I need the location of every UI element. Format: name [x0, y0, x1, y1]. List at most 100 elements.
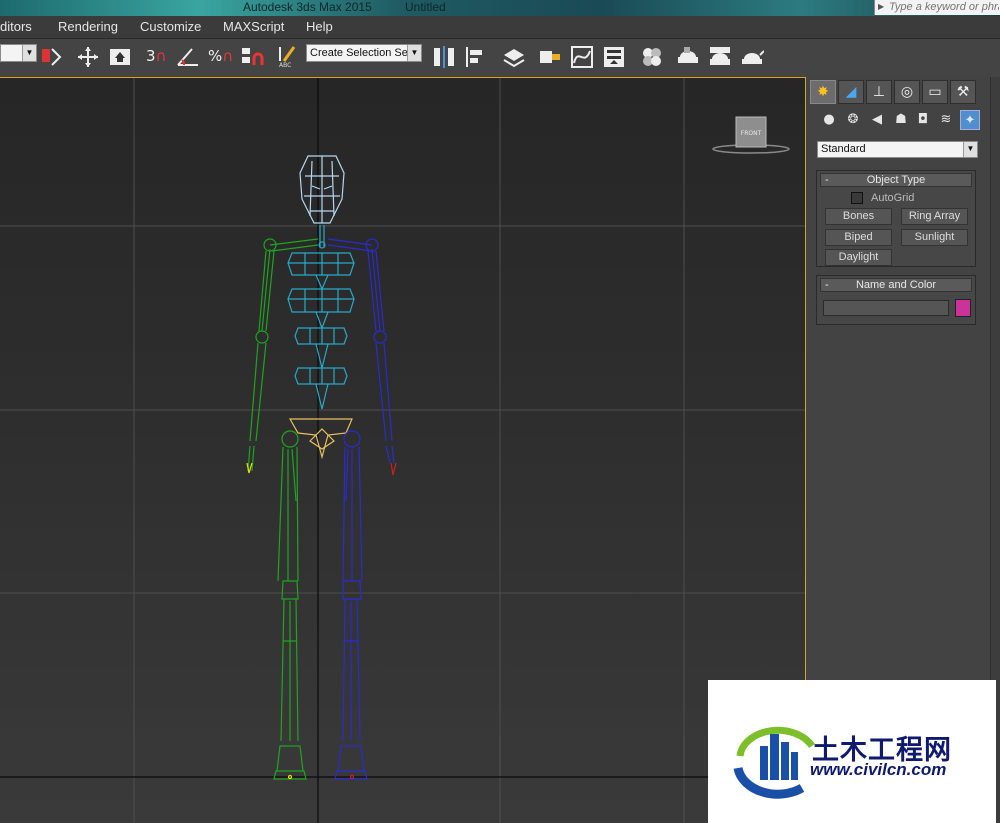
tab-hierarchy[interactable]: ⊥	[866, 80, 892, 104]
modify-icon: ◢	[845, 84, 857, 100]
civilcn-logo-icon	[733, 726, 815, 799]
menu-item-rendering[interactable]: Rendering	[58, 19, 118, 34]
biped-button[interactable]: Biped	[825, 229, 892, 246]
edit-named-selection-button[interactable]: ABC	[276, 45, 300, 69]
front-viewport[interactable]: FRONT	[0, 77, 806, 823]
object-name-field[interactable]	[823, 300, 949, 316]
menu-item-maxscript[interactable]: MAXScript	[223, 19, 284, 34]
move-button[interactable]	[76, 45, 100, 69]
search-expand-icon[interactable]: ▶	[878, 2, 884, 11]
menu-item-editors[interactable]: ditors	[0, 19, 32, 34]
snap-3d-icon: 3∩	[146, 47, 167, 65]
ring-array-button[interactable]: Ring Array	[901, 208, 968, 225]
percent-snap-icon: %∩	[208, 47, 234, 65]
biped-left-hand[interactable]	[246, 462, 253, 474]
object-type-rollout: - Object Type AutoGrid Bones Ring Array …	[816, 170, 976, 267]
search-box[interactable]: ▶	[874, 0, 1000, 15]
percent-snap-button[interactable]: %∩	[208, 45, 234, 69]
viewcube-label: FRONT	[741, 130, 762, 137]
mirror-icon	[434, 46, 454, 68]
collapse-icon: -	[825, 279, 829, 291]
app-title: Autodesk 3ds Max 2015	[243, 0, 372, 14]
place-button[interactable]	[108, 45, 132, 69]
name-and-color-header[interactable]: - Name and Color	[820, 278, 972, 292]
biped-head[interactable]	[299, 155, 345, 224]
render-frame-button[interactable]	[708, 45, 732, 69]
snap-3d-button[interactable]: 3∩	[146, 45, 170, 69]
biped-right-hand[interactable]	[390, 462, 397, 476]
watermark-logo: 土木工程网 www.civilcn.com	[708, 680, 996, 823]
viewport-grid	[0, 78, 805, 823]
biped-skeleton[interactable]	[246, 155, 397, 780]
collapse-icon: -	[825, 174, 829, 186]
curve-editor-button[interactable]	[570, 45, 594, 69]
daylight-button[interactable]: Daylight	[825, 249, 892, 266]
biped-neck[interactable]	[318, 225, 326, 249]
biped-left-leg[interactable]	[273, 430, 307, 780]
spinner-snap-button[interactable]	[240, 45, 264, 69]
space-warps-icon: ≋	[940, 112, 952, 127]
material-editor-icon	[643, 48, 661, 66]
menu-bar: ditors Rendering Customize MAXScript Hel…	[0, 16, 1000, 39]
category-dropdown[interactable]: Standard ▼	[817, 141, 978, 158]
biped-pelvis[interactable]	[288, 418, 353, 460]
mirror-button[interactable]	[432, 45, 456, 69]
display-icon: ▭	[928, 84, 942, 100]
subtab-geometry[interactable]: ●	[819, 110, 839, 130]
autogrid-checkbox[interactable]	[851, 192, 863, 204]
subtab-cameras[interactable]: ☗	[891, 110, 911, 130]
tab-display[interactable]: ▭	[922, 80, 948, 104]
subtab-helpers[interactable]: ◘	[913, 110, 933, 130]
search-input[interactable]	[889, 0, 999, 14]
object-type-header[interactable]: - Object Type	[820, 173, 972, 187]
subtab-space-warps[interactable]: ≋	[936, 110, 956, 130]
biped-spine[interactable]	[287, 252, 355, 410]
subtab-systems[interactable]: ✦	[960, 110, 980, 130]
subtab-lights[interactable]: ◀	[867, 110, 887, 130]
render-production-icon	[742, 50, 765, 64]
main-toolbar: ▼ 3∩ %∩ ABC Create Selection Se ▼	[0, 39, 1000, 77]
tab-motion[interactable]: ◎	[894, 80, 920, 104]
menu-item-help[interactable]: Help	[306, 19, 333, 34]
schematic-view-button[interactable]	[602, 45, 626, 69]
autogrid-label: AutoGrid	[871, 192, 915, 204]
abc-label: ABC	[279, 62, 292, 69]
utilities-icon: ⚒	[956, 84, 970, 100]
chevron-down-icon: ▼	[22, 45, 36, 61]
cameras-icon: ☗	[895, 112, 907, 127]
viewport-axes	[0, 78, 805, 823]
geometry-icon: ●	[823, 112, 835, 127]
document-title: Untitled	[405, 0, 446, 14]
name-and-color-title: Name and Color	[855, 279, 937, 291]
render-setup-button[interactable]	[676, 45, 700, 69]
angle-snap-button[interactable]	[176, 45, 200, 69]
create-icon: ✸	[817, 84, 829, 100]
menu-item-customize[interactable]: Customize	[140, 19, 201, 34]
shapes-icon: ❂	[847, 112, 859, 127]
named-selection-sets-dropdown[interactable]: Create Selection Se ▼	[306, 44, 422, 62]
name-and-color-rollout: - Name and Color	[816, 275, 976, 325]
graphite-toggle-button[interactable]	[538, 45, 562, 69]
align-button[interactable]	[464, 45, 488, 69]
layer-manager-button[interactable]	[502, 45, 526, 69]
bones-button[interactable]: Bones	[825, 208, 892, 225]
select-and-link-button[interactable]	[40, 45, 64, 69]
helpers-icon: ◘	[917, 112, 929, 127]
tab-utilities[interactable]: ⚒	[950, 80, 976, 104]
title-bar: Autodesk 3ds Max 2015 Untitled ▶	[0, 0, 1000, 16]
material-editor-button[interactable]	[640, 45, 664, 69]
viewcube[interactable]: FRONT	[712, 116, 790, 154]
selection-filter-dropdown[interactable]: ▼	[0, 44, 37, 62]
snap-3-label: 3	[146, 47, 156, 65]
object-type-title: Object Type	[866, 174, 926, 186]
subtab-shapes[interactable]: ❂	[843, 110, 863, 130]
tab-modify[interactable]: ◢	[838, 80, 864, 104]
chevron-down-icon: ▼	[963, 142, 977, 157]
render-production-button[interactable]	[740, 45, 765, 69]
hierarchy-icon: ⊥	[872, 84, 886, 100]
select-and-link-icon	[42, 48, 62, 66]
biped-right-leg[interactable]	[334, 430, 368, 780]
object-color-swatch[interactable]	[955, 299, 971, 317]
tab-create[interactable]: ✸	[810, 80, 836, 104]
sunlight-button[interactable]: Sunlight	[901, 229, 968, 246]
